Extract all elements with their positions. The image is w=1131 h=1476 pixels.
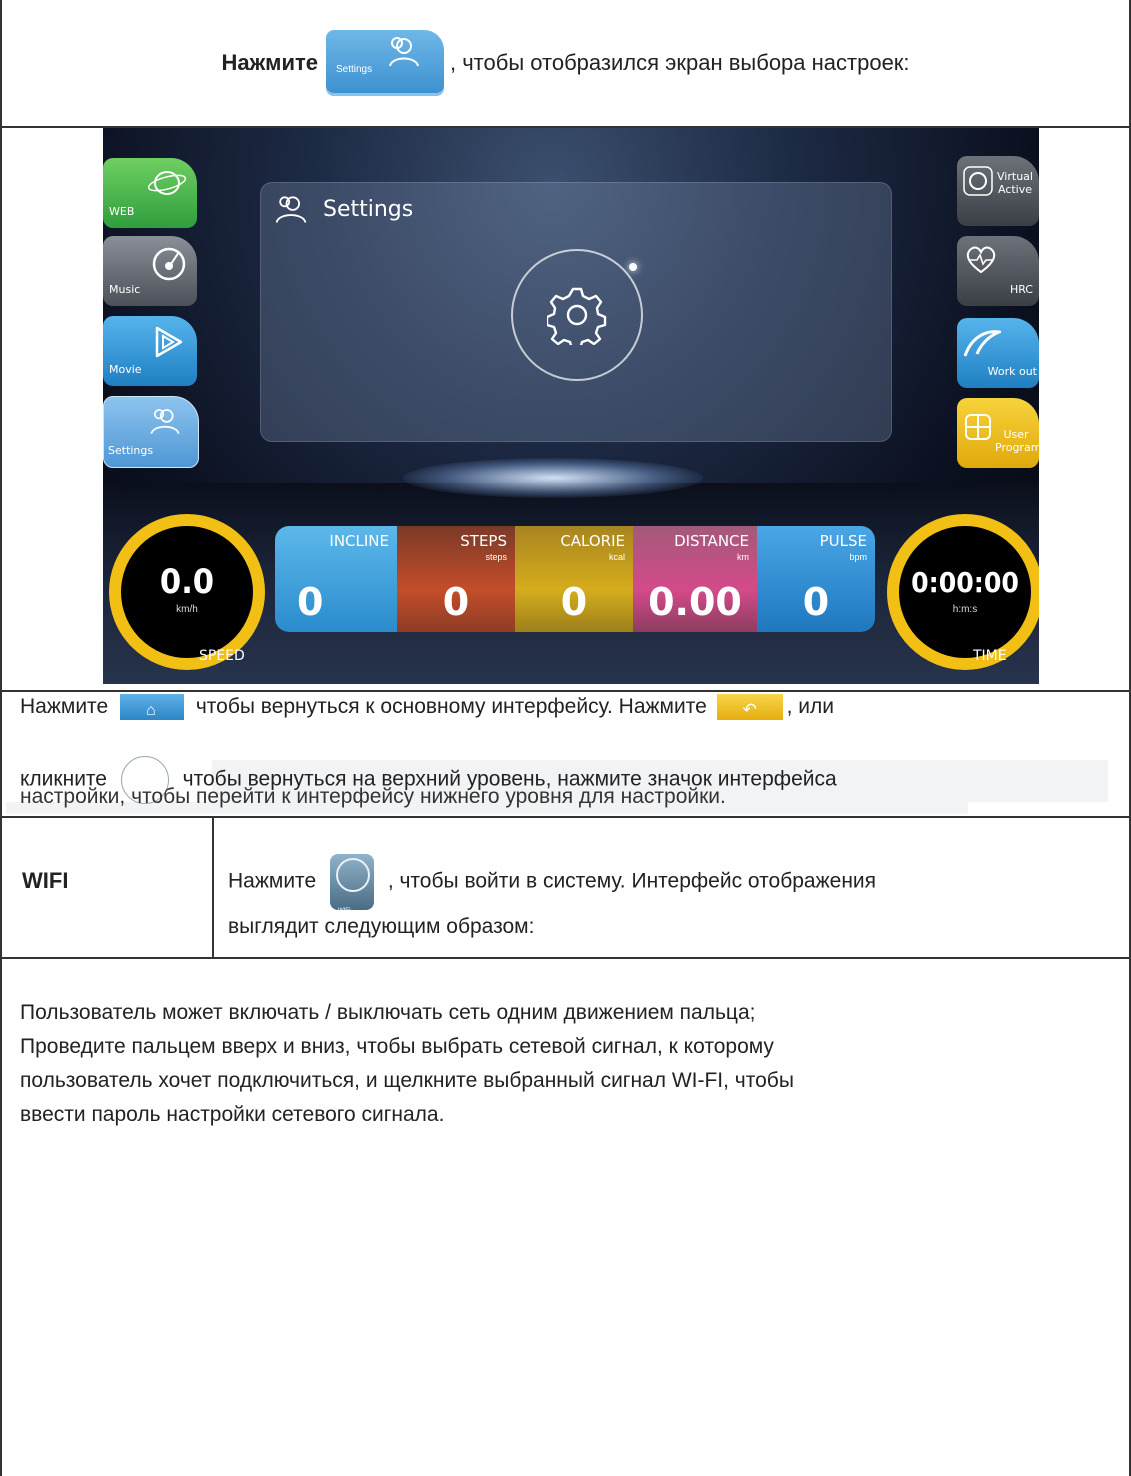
nav-or-text: , или xyxy=(786,695,835,718)
speed-gauge: 0.0 km/h xyxy=(109,514,265,670)
music-disc-icon xyxy=(152,247,186,281)
intro-press-label: Нажмите xyxy=(221,50,318,75)
speed-unit: km/h xyxy=(176,604,198,615)
nav-line-3: настройки, чтобы перейти к интерфейсу ни… xyxy=(20,785,726,808)
distance-value: 0.00 xyxy=(648,580,742,624)
user-program-icon xyxy=(965,414,991,440)
pulse-tile: PULSE bpm 0 xyxy=(757,526,875,632)
steps-tile: STEPS steps 0 xyxy=(397,526,515,632)
settings-icon-label: Settings xyxy=(335,64,373,75)
speed-value: 0.0 xyxy=(159,562,215,602)
wifi-ring xyxy=(335,858,370,892)
wifi-line-1: Нажмите WIFI , чтобы войти в систему. Ин… xyxy=(228,854,877,914)
description-line: Пользователь может включать / выключать … xyxy=(20,1001,756,1024)
steps-label: STEPS xyxy=(460,532,507,550)
virtual-active-button[interactable]: Virtual Active xyxy=(957,156,1039,226)
virtual-active-label: Virtual Active xyxy=(997,170,1033,196)
hrc-label: HRC xyxy=(1009,283,1033,296)
home-icon: ⌂ xyxy=(145,702,156,720)
wifi-text: , чтобы войти в систему. Интерфейс отобр… xyxy=(387,869,877,893)
nav-line-1: Нажмите ⌂ чтобы вернуться к основному ин… xyxy=(20,692,834,722)
music-label: Music xyxy=(109,283,141,296)
speed-label: SPEED xyxy=(199,648,245,664)
users-icon xyxy=(150,409,180,435)
document-page: Нажмите Settings , чтобы отобразился экр… xyxy=(0,0,1131,1476)
movie-button[interactable]: Movie xyxy=(103,316,197,386)
hrc-button[interactable]: HRC xyxy=(957,236,1039,306)
back-arrow-icon: ↶ xyxy=(742,700,757,720)
steps-unit: steps xyxy=(485,552,507,562)
time-unit: h:m:s xyxy=(952,604,978,615)
steps-value: 0 xyxy=(442,580,470,624)
pulse-unit: bpm xyxy=(849,552,867,562)
calorie-label: CALORIE xyxy=(560,532,625,550)
wifi-icon: WIFI xyxy=(329,854,374,914)
time-value: 0:00:00 xyxy=(911,566,1019,599)
calorie-value: 0 xyxy=(560,580,588,624)
intro-row: Нажмите Settings , чтобы отобразился экр… xyxy=(0,0,1131,126)
incline-label: INCLINE xyxy=(329,532,389,550)
wifi-press: Нажмите xyxy=(228,869,317,893)
heart-rate-icon xyxy=(966,246,996,274)
gear-icon xyxy=(547,287,607,345)
wifi-label: WIFI xyxy=(22,868,69,893)
workout-button[interactable]: Work out xyxy=(957,318,1039,388)
intro-text: , чтобы отобразился экран выбора настрое… xyxy=(449,50,910,75)
console-screenshot: Settings WEB Music Movie Settings Virtua… xyxy=(103,128,1039,684)
play-icon xyxy=(155,326,183,358)
virtual-active-icon xyxy=(963,166,993,196)
time-gauge: 0:00:00 h:m:s xyxy=(887,514,1039,670)
settings-panel: Settings xyxy=(260,182,892,442)
music-button[interactable]: Music xyxy=(103,236,197,306)
horizon-glow xyxy=(403,458,703,498)
distance-tile: DISTANCE km 0.00 xyxy=(633,526,757,632)
panel-title-text: Settings xyxy=(323,196,414,222)
distance-label: DISTANCE xyxy=(674,532,749,550)
settings-gear-button[interactable] xyxy=(511,249,643,381)
web-label: WEB xyxy=(109,205,135,218)
user-program-label: User Program xyxy=(995,428,1039,454)
distance-unit: km xyxy=(737,552,749,562)
table-row-divider xyxy=(0,957,1131,959)
settings-button[interactable]: Settings xyxy=(103,396,199,468)
back-button-icon: ↶ xyxy=(716,694,783,721)
globe-icon xyxy=(147,171,187,195)
settings-panel-title: Settings xyxy=(273,193,413,225)
incline-value: 0 xyxy=(297,580,324,624)
nav-press-1: Нажмите xyxy=(20,695,109,718)
movie-label: Movie xyxy=(109,363,142,376)
settings-label: Settings xyxy=(108,444,154,457)
settings-icon: Settings xyxy=(325,30,444,96)
time-label: TIME xyxy=(973,648,1007,664)
description-line: пользователь хочет подключиться, и щелкн… xyxy=(20,1069,794,1092)
workout-label: Work out xyxy=(987,365,1037,378)
nav-home-text: чтобы вернуться к основному интерфейсу. … xyxy=(195,695,707,718)
wifi-line-2: выглядит следующим образом: xyxy=(228,915,535,938)
web-button[interactable]: WEB xyxy=(103,158,197,228)
pulse-value: 0 xyxy=(802,580,830,624)
description-line: Проведите пальцем вверх и вниз, чтобы вы… xyxy=(20,1035,774,1058)
workout-icon xyxy=(963,330,1001,357)
user-program-button[interactable]: User Program xyxy=(957,398,1039,468)
home-button-icon: ⌂ xyxy=(119,694,184,721)
table-border-left xyxy=(0,0,2,1476)
calorie-unit: kcal xyxy=(608,552,625,562)
calorie-tile: CALORIE kcal 0 xyxy=(515,526,633,632)
incline-tile: INCLINE 0 xyxy=(275,526,397,632)
table-row-divider xyxy=(0,816,1131,818)
pulse-label: PULSE xyxy=(819,532,867,550)
table-column-divider xyxy=(212,816,214,957)
ring-indicator xyxy=(629,263,637,271)
description-line: ввести пароль настройки сетевого сигнала… xyxy=(20,1103,445,1126)
users-icon xyxy=(275,196,307,223)
